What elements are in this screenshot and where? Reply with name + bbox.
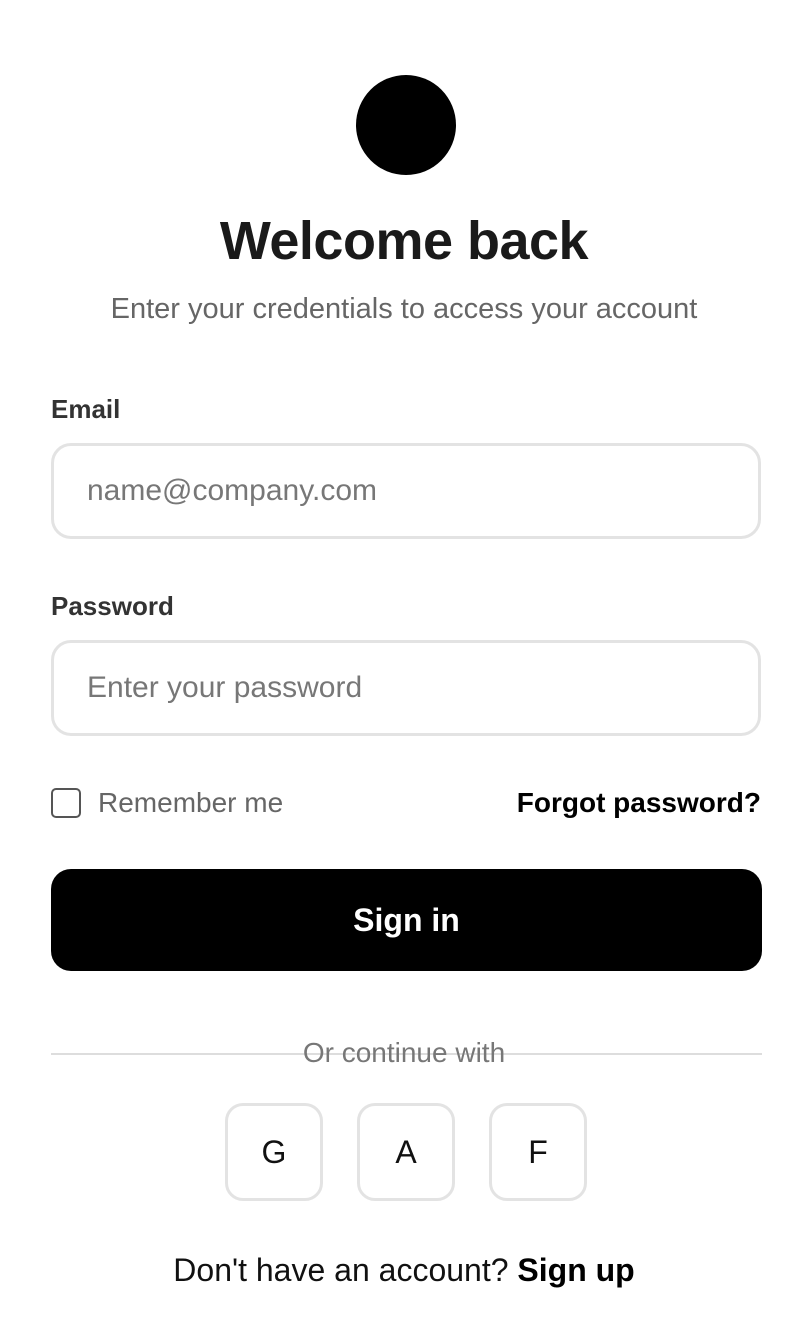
divider-text: Or continue with xyxy=(302,1037,506,1068)
email-field[interactable] xyxy=(51,443,761,539)
remember-me-row[interactable]: Remember me xyxy=(51,786,283,820)
logo xyxy=(356,75,456,175)
social-login-button-a[interactable]: A xyxy=(357,1103,455,1201)
remember-me-label: Remember me xyxy=(98,787,284,818)
remember-me-checkbox[interactable] xyxy=(51,788,81,818)
signup-prompt: Don't have an account? xyxy=(173,1252,509,1288)
email-label: Email xyxy=(51,394,121,424)
page-subtitle: Enter your credentials to access your ac… xyxy=(110,293,698,325)
forgot-password-link[interactable]: Forgot password? xyxy=(517,786,761,820)
password-label: Password xyxy=(51,591,174,621)
signup-row: Don't have an account? Sign up xyxy=(0,1250,808,1290)
sign-up-link[interactable]: Sign up xyxy=(517,1252,634,1288)
login-page: Welcome back Enter your credentials to a… xyxy=(0,0,808,1340)
social-login-button-f[interactable]: F xyxy=(489,1103,587,1201)
password-field[interactable] xyxy=(51,640,761,736)
page-title: Welcome back xyxy=(219,211,589,271)
social-login-button-g[interactable]: G xyxy=(225,1103,323,1201)
sign-in-button[interactable]: Sign in xyxy=(51,869,762,971)
